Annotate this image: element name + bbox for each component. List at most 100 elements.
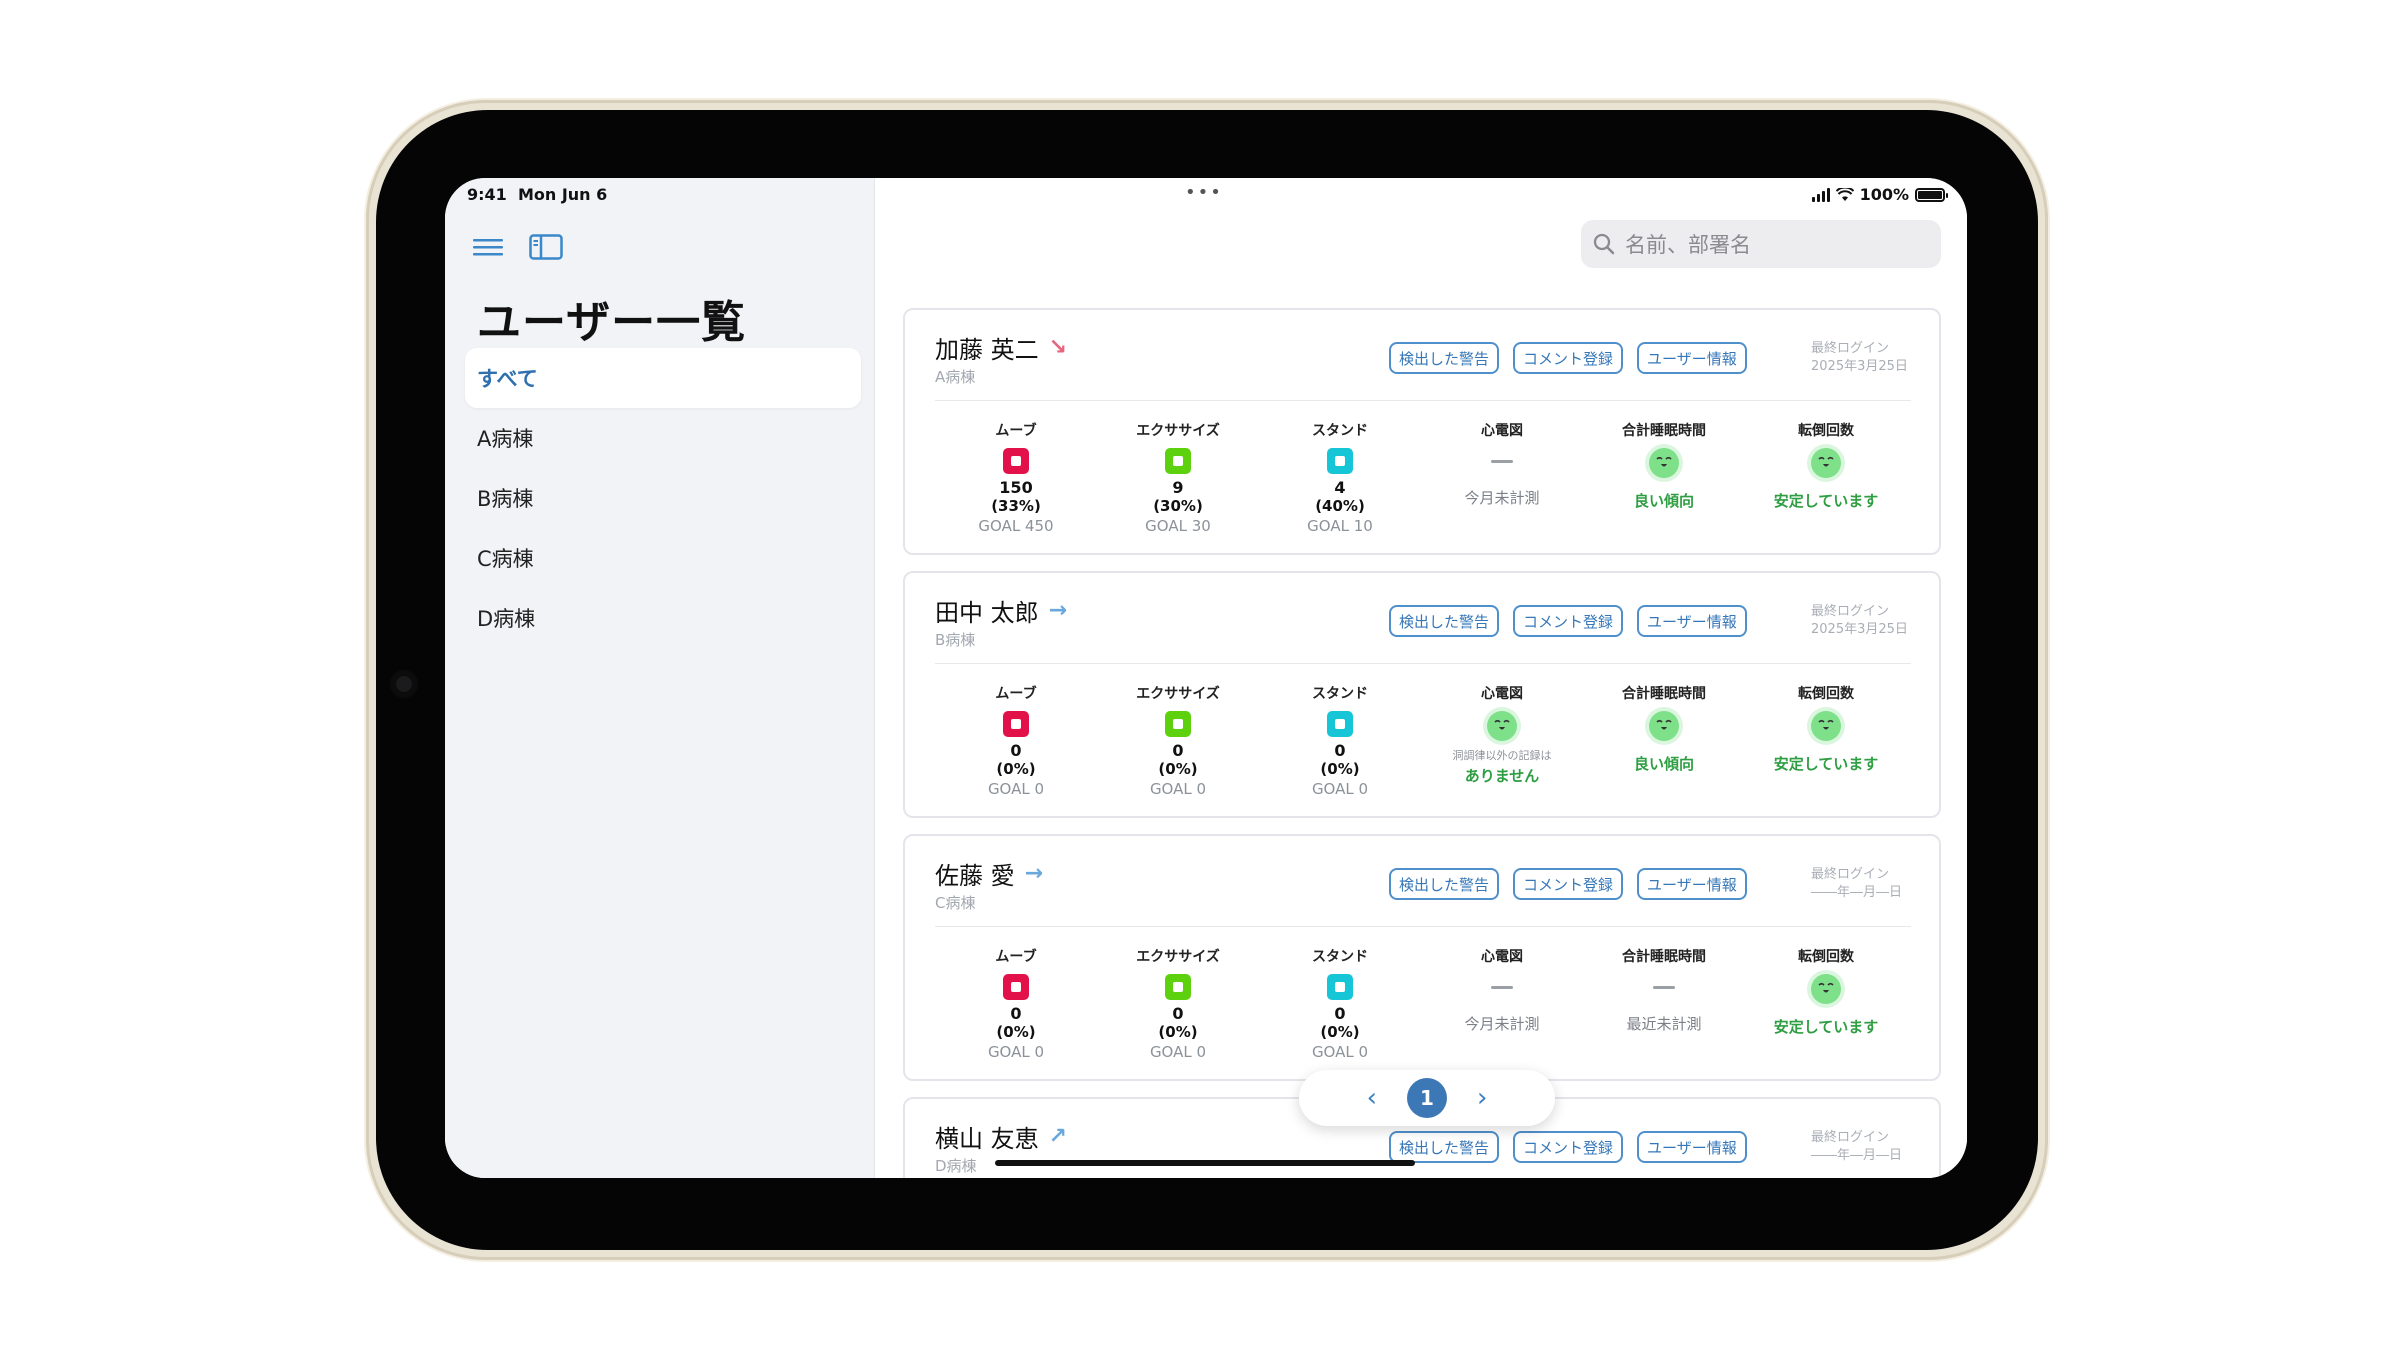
metric-falls: 転倒回数 安定しています [1745, 683, 1907, 799]
home-indicator[interactable] [995, 1160, 1415, 1166]
user-ward: C病棟 [935, 894, 976, 912]
status-date-text: Mon Jun 6 [517, 185, 608, 204]
sidebar-item-ward-c[interactable]: C病棟 [465, 528, 861, 588]
sidebar-item-ward-b[interactable]: B病棟 [465, 468, 861, 528]
last-login-date: 2025年3月25日 [1811, 622, 1908, 637]
dash-icon [1491, 460, 1513, 463]
trend-flat-icon: → [1024, 861, 1044, 886]
user-name: 加藤 英二 [935, 336, 1039, 364]
alerts-button[interactable]: 検出した警告 [1389, 868, 1500, 900]
search-input[interactable]: 名前、部署名 [1581, 220, 1941, 268]
front-camera [390, 670, 418, 698]
sidebar-item-ward-a[interactable]: A病棟 [465, 408, 861, 468]
metric-percent: (0%) [996, 760, 1036, 778]
metric-label: エクササイズ [1136, 949, 1220, 965]
trend-up-icon: ↗ [1048, 1124, 1068, 1149]
user-info-button[interactable]: ユーザー情報 [1637, 868, 1747, 900]
comment-button[interactable]: コメント登録 [1513, 342, 1624, 374]
metric-ecg: 心電図 今月未計測 [1421, 420, 1583, 536]
comment-button[interactable]: コメント登録 [1513, 868, 1624, 900]
last-login-label: 最終ログイン [1811, 867, 1890, 882]
last-login: 最終ログイン ――年―月―日 [1811, 1129, 1902, 1165]
stand-ring-icon [1327, 448, 1353, 474]
metric-percent: (40%) [1315, 497, 1365, 515]
ward-list: すべて A病棟 B病棟 C病棟 D病棟 [465, 348, 861, 648]
page-title: ユーザー一覧 [477, 297, 747, 348]
chevron-left-icon[interactable]: ‹ [1367, 1085, 1377, 1111]
last-login-date: 2025年3月25日 [1811, 359, 1908, 374]
search-placeholder: 名前、部署名 [1625, 233, 1751, 257]
metric-goal: GOAL 0 [987, 780, 1045, 798]
sidebar: ユーザー一覧 すべて A病棟 B病棟 C病棟 D病棟 [445, 178, 875, 1178]
smile-face-icon [1649, 711, 1679, 741]
battery-percent: 100% [1859, 185, 1909, 204]
last-login: 最終ログイン 2025年3月25日 [1811, 340, 1908, 376]
metric-status: 今月未計測 [1464, 1015, 1540, 1033]
alerts-button[interactable]: 検出した警告 [1389, 1131, 1500, 1163]
card-actions: 検出した警告 コメント登録 ユーザー情報 [1389, 342, 1747, 374]
user-info-button[interactable]: ユーザー情報 [1637, 605, 1747, 637]
metric-value: 9 [1172, 478, 1184, 497]
smile-face-icon [1811, 711, 1841, 741]
stand-ring-icon [1327, 974, 1353, 1000]
last-login: 最終ログイン 2025年3月25日 [1811, 603, 1908, 639]
metric-label: 合計睡眠時間 [1622, 423, 1706, 439]
metric-move: ムーブ 0 (0%) GOAL 0 [935, 946, 1097, 1062]
alerts-button[interactable]: 検出した警告 [1389, 342, 1500, 374]
trend-down-icon: ↘ [1048, 335, 1068, 360]
card-divider [935, 926, 1911, 927]
metric-label: スタンド [1312, 949, 1368, 965]
metric-status: 良い傾向 [1633, 492, 1694, 510]
move-ring-icon [1003, 974, 1029, 1000]
user-card[interactable]: 佐藤 愛 → C病棟 検出した警告 コメント登録 ユーザー情報 最終ログイン ―… [903, 834, 1941, 1081]
user-ward: B病棟 [935, 631, 976, 649]
alerts-button[interactable]: 検出した警告 [1389, 605, 1500, 637]
pagination: ‹ 1 › [1299, 1070, 1555, 1126]
metric-percent: (0%) [996, 1023, 1036, 1041]
last-login-date: ――年―月―日 [1811, 1148, 1903, 1163]
status-time: 9:41 Mon Jun 6 [467, 185, 607, 204]
metric-percent: (0%) [1320, 760, 1360, 778]
metric-status: ありません [1464, 767, 1540, 785]
user-info-button[interactable]: ユーザー情報 [1637, 342, 1747, 374]
metric-sleep: 合計睡眠時間 良い傾向 [1583, 420, 1745, 536]
exercise-ring-icon [1165, 711, 1191, 737]
metric-sleep: 合計睡眠時間 最近未計測 [1583, 946, 1745, 1062]
sidebar-item-all[interactable]: すべて [465, 348, 861, 408]
user-name: 佐藤 愛 [935, 862, 1015, 890]
dash-icon [1653, 986, 1675, 989]
user-card[interactable]: 加藤 英二 ↘ A病棟 検出した警告 コメント登録 ユーザー情報 最終ログイン … [903, 308, 1941, 555]
multitasking-dots-icon[interactable]: ••• [1185, 182, 1223, 203]
comment-button[interactable]: コメント登録 [1513, 605, 1624, 637]
metric-percent: (33%) [991, 497, 1041, 515]
exercise-ring-icon [1165, 448, 1191, 474]
menu-icon[interactable] [473, 237, 503, 257]
comment-button[interactable]: コメント登録 [1513, 1131, 1624, 1163]
user-name-row: 加藤 英二 ↘ [935, 330, 1067, 365]
user-name: 横山 友恵 [935, 1125, 1039, 1153]
sidebar-item-ward-d[interactable]: D病棟 [465, 588, 861, 648]
chevron-right-icon[interactable]: › [1477, 1085, 1487, 1111]
user-card[interactable]: 田中 太郎 → B病棟 検出した警告 コメント登録 ユーザー情報 最終ログイン … [903, 571, 1941, 818]
metric-status: 今月未計測 [1464, 489, 1540, 507]
metric-value: 4 [1334, 478, 1346, 497]
sidebar-toggle-icon[interactable] [529, 234, 563, 260]
metric-goal: GOAL 30 [1145, 517, 1211, 535]
last-login: 最終ログイン ――年―月―日 [1811, 866, 1902, 902]
user-info-button[interactable]: ユーザー情報 [1637, 1131, 1747, 1163]
metric-label: ムーブ [995, 423, 1037, 439]
search-icon [1593, 233, 1615, 255]
metric-percent: (0%) [1158, 1023, 1198, 1041]
metric-percent: (30%) [1153, 497, 1203, 515]
metric-label: 心電図 [1481, 423, 1523, 439]
user-name: 田中 太郎 [935, 599, 1039, 627]
metric-value: 0 [1010, 1004, 1022, 1023]
metric-status: 安定しています [1773, 1018, 1879, 1036]
metric-exercise: エクササイズ 0 (0%) GOAL 0 [1097, 946, 1259, 1062]
card-actions: 検出した警告 コメント登録 ユーザー情報 [1389, 605, 1747, 637]
smile-face-icon [1811, 974, 1841, 1004]
trend-flat-icon: → [1048, 598, 1068, 623]
page-number-current[interactable]: 1 [1407, 1078, 1447, 1118]
metric-stand: スタンド 0 (0%) GOAL 0 [1259, 946, 1421, 1062]
exercise-ring-icon [1165, 974, 1191, 1000]
